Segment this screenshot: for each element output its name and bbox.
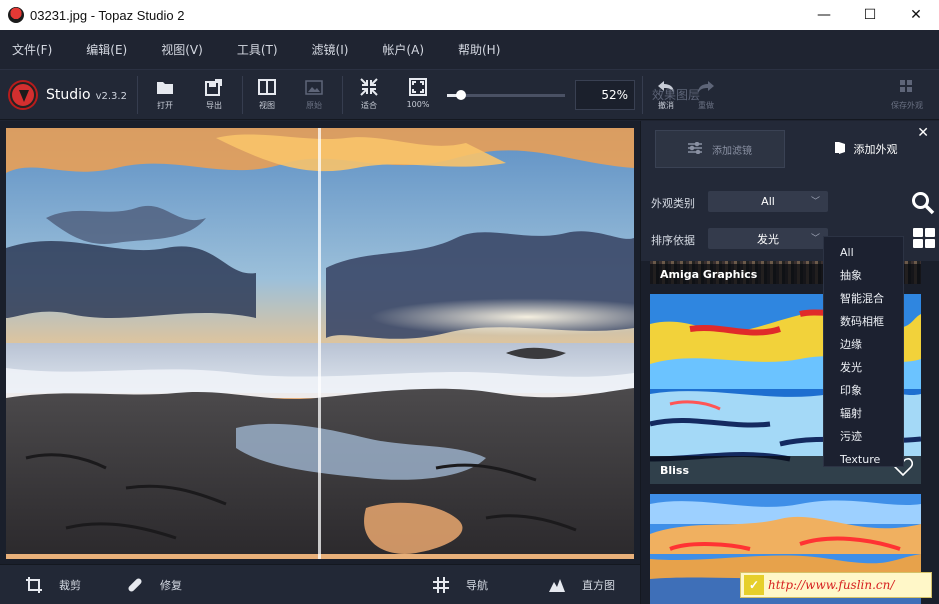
minimize-button[interactable]: — [801, 0, 847, 30]
repair-label: 修复 [160, 579, 182, 592]
grid-view-icon[interactable] [913, 228, 935, 252]
sort-option-edges[interactable]: 边缘 [824, 333, 903, 356]
sort-value: 发光 [757, 232, 779, 246]
original-button[interactable]: 原始 [296, 78, 332, 111]
sort-option-abstract[interactable]: 抽象 [824, 264, 903, 287]
bottom-toolbar: 裁剪 修复 导航 直方图 [0, 564, 640, 604]
title-bar: 03231.jpg - Topaz Studio 2 — ☐ ✕ [0, 0, 939, 30]
menu-filters[interactable]: 滤镜(I) [312, 41, 349, 58]
split-view-icon [257, 78, 277, 96]
fit-icon [359, 78, 379, 96]
save-look-label: 保存外观 [891, 101, 923, 110]
menu-help[interactable]: 帮助(H) [458, 41, 500, 58]
redo-icon [696, 78, 716, 96]
menu-view[interactable]: 视图(V) [161, 41, 203, 58]
redo-button[interactable]: 重做 [688, 78, 724, 111]
menu-tools[interactable]: 工具(T) [237, 41, 278, 58]
fit-button[interactable]: 适合 [351, 78, 387, 111]
view-label: 视图 [259, 101, 275, 110]
navigate-label: 导航 [466, 579, 488, 592]
export-label: 导出 [206, 101, 222, 110]
zoom-100-label: 100% [406, 100, 430, 109]
window-title: 03231.jpg - Topaz Studio 2 [30, 7, 185, 23]
category-label: 外观类别 [651, 197, 695, 210]
add-look-icon [834, 141, 846, 157]
sort-option-glow[interactable]: 发光 [824, 356, 903, 379]
maximize-button[interactable]: ☐ [847, 0, 893, 30]
app-icon [8, 7, 24, 23]
grid-hash-icon [432, 576, 450, 594]
zoom-slider[interactable] [447, 90, 565, 100]
brand: Studio v2.3.2 [10, 82, 127, 108]
repair-button[interactable]: 修复 [126, 576, 182, 594]
zoom-value-field[interactable]: 52% [575, 80, 635, 110]
toolbar-divider [642, 76, 643, 114]
sort-option-texture[interactable]: Texture [824, 448, 903, 471]
brand-name: Studio [46, 87, 91, 103]
site-watermark: ✓ http://www.fuslin.cn/ [740, 572, 932, 598]
panel-close-button[interactable]: ✕ [917, 125, 929, 141]
zoom-100-button[interactable]: 100% [400, 78, 436, 109]
search-icon[interactable] [911, 191, 935, 219]
sort-option-smudge[interactable]: 污迹 [824, 425, 903, 448]
redo-label: 重做 [698, 101, 714, 110]
sort-select[interactable]: 发光 ﹀ [708, 228, 828, 249]
main-toolbar: Studio v2.3.2 打开 导出 视图 原始 适合 100% 52% 撤消… [0, 70, 939, 120]
toolbar-divider [342, 76, 343, 114]
sort-option-impression[interactable]: 印象 [824, 379, 903, 402]
watermark-logo-icon: ✓ [744, 575, 764, 595]
add-filter-tab[interactable]: 添加滤镜 [655, 130, 785, 168]
folder-icon [155, 78, 175, 96]
menu-file[interactable]: 文件(F) [12, 41, 52, 58]
open-label: 打开 [157, 101, 173, 110]
watermark-url: http://www.fuslin.cn/ [768, 578, 895, 592]
chevron-down-icon: ﹀ [810, 197, 820, 207]
open-button[interactable]: 打开 [147, 78, 183, 111]
canvas-area [0, 121, 640, 564]
menu-edit[interactable]: 编辑(E) [86, 41, 127, 58]
add-filter-label: 添加滤镜 [712, 145, 752, 157]
export-icon [204, 78, 224, 96]
image-icon [304, 78, 324, 96]
chevron-down-icon: ﹀ [810, 234, 820, 244]
menu-account[interactable]: 帐户(A) [382, 41, 424, 58]
save-look-button[interactable]: 保存外观 [884, 78, 930, 111]
histogram-button[interactable]: 直方图 [548, 576, 615, 594]
view-button[interactable]: 视图 [249, 78, 285, 111]
sort-option-radial[interactable]: 辐射 [824, 402, 903, 425]
category-value: All [761, 195, 775, 208]
export-button[interactable]: 导出 [196, 78, 232, 111]
category-select[interactable]: All ﹀ [708, 191, 828, 212]
sliders-icon [688, 141, 702, 157]
crop-label: 裁剪 [59, 579, 81, 592]
histogram-label: 直方图 [582, 579, 615, 592]
brand-version: v2.3.2 [95, 91, 127, 102]
histogram-icon [548, 576, 566, 594]
add-look-label: 添加外观 [853, 143, 898, 156]
close-button[interactable]: ✕ [893, 0, 939, 30]
topaz-logo-icon [10, 82, 36, 108]
save-look-icon [897, 78, 917, 96]
fit-label: 适合 [361, 101, 377, 110]
expand-icon [408, 78, 428, 96]
sort-dropdown-menu: All 抽象 智能混合 数码相框 边缘 发光 印象 辐射 污迹 Texture [823, 236, 904, 467]
crop-icon [25, 576, 43, 594]
toolbar-divider [137, 76, 138, 114]
sort-option-all[interactable]: All [824, 241, 903, 264]
crop-button[interactable]: 裁剪 [25, 576, 81, 594]
window-controls: — ☐ ✕ [801, 0, 939, 30]
original-label: 原始 [306, 101, 322, 110]
sort-option-digital-frame[interactable]: 数码相框 [824, 310, 903, 333]
seascape-photo[interactable] [6, 128, 634, 559]
sort-option-smart-blend[interactable]: 智能混合 [824, 287, 903, 310]
zoom-slider-knob[interactable] [456, 90, 466, 100]
compare-split-line[interactable] [318, 128, 321, 559]
menu-bar: 文件(F) 编辑(E) 视图(V) 工具(T) 滤镜(I) 帐户(A) 帮助(H… [0, 30, 939, 70]
sort-label: 排序依据 [651, 234, 695, 247]
bandage-icon [126, 576, 144, 594]
toolbar-divider [242, 76, 243, 114]
navigate-button[interactable]: 导航 [432, 576, 488, 594]
